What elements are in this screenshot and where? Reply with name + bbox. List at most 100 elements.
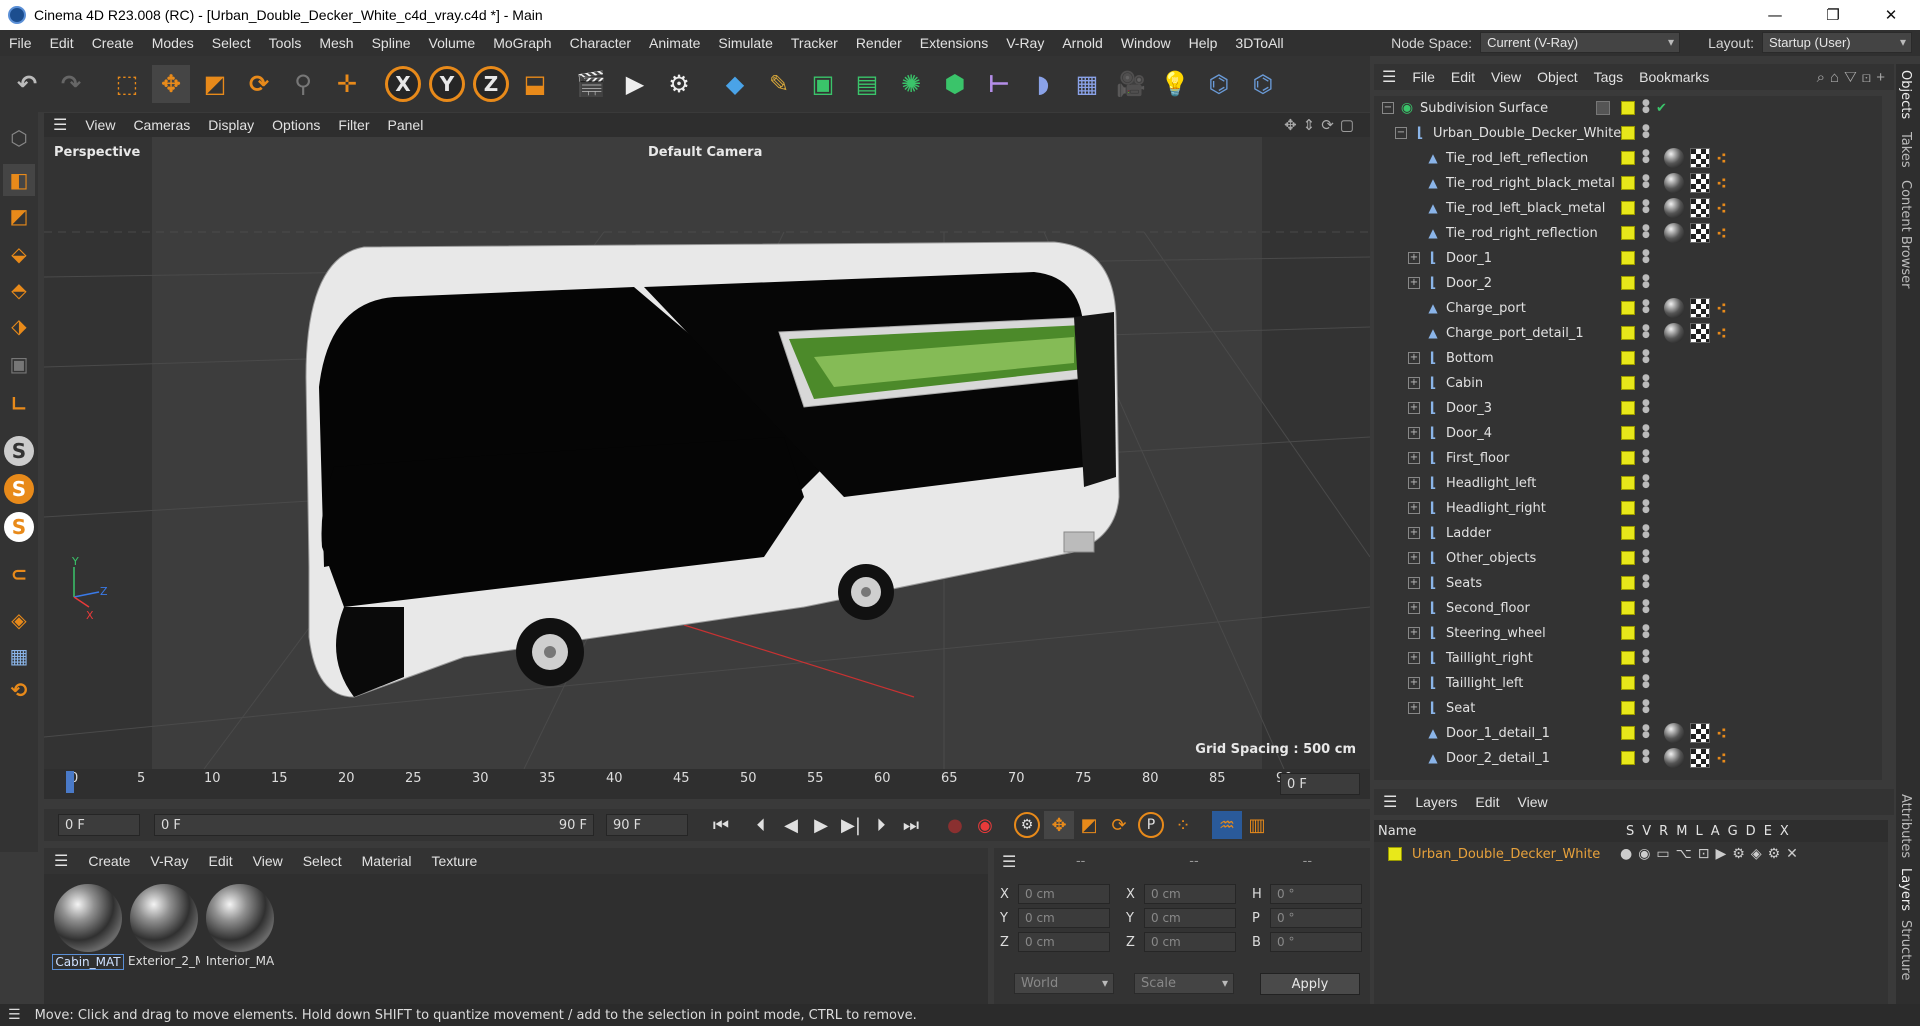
object-name[interactable]: Door_1 xyxy=(1446,251,1492,266)
object-row[interactable]: + ⌊ Bottom ● ● xyxy=(1374,346,1874,370)
visibility-dots-icon[interactable]: ● ● xyxy=(1642,699,1650,716)
mograph-cloner-icon[interactable]: ⬢ xyxy=(936,65,974,103)
visibility-dots-icon[interactable]: ● ● xyxy=(1642,749,1650,766)
object-name[interactable]: Tie_rod_left_black_metal xyxy=(1446,201,1605,216)
record-keys-icon[interactable]: ● xyxy=(940,811,970,839)
object-name[interactable]: Headlight_left xyxy=(1446,476,1536,491)
expand-icon[interactable]: + xyxy=(1408,402,1420,414)
expand-icon[interactable]: + xyxy=(1408,627,1420,639)
perspective-viewport[interactable]: Y Z X Perspective Default Camera Grid Sp… xyxy=(44,137,1370,769)
menu-file[interactable]: File xyxy=(0,35,41,51)
tab-attributes[interactable]: Attributes xyxy=(1898,794,1913,858)
viewport-camera-label[interactable]: Default Camera xyxy=(648,145,762,160)
rotation-b-field[interactable]: 0 ° xyxy=(1270,932,1362,952)
recent-tool-icon[interactable]: ⚲ xyxy=(284,65,322,103)
move-tool-icon[interactable]: ✥ xyxy=(152,65,190,103)
minimize-button[interactable]: — xyxy=(1746,0,1804,30)
autokey-icon[interactable]: ◉ xyxy=(970,811,1000,839)
visibility-dots-icon[interactable]: ● ● xyxy=(1642,199,1650,216)
frame-range-slider[interactable]: 0 F 90 F xyxy=(154,814,594,836)
object-name[interactable]: Tie_rod_right_black_metal xyxy=(1446,176,1615,191)
menu-mograph[interactable]: MoGraph xyxy=(484,35,560,51)
layer-slot[interactable] xyxy=(1596,101,1610,115)
layer-color-swatch[interactable] xyxy=(1621,301,1635,315)
timeline-ruler[interactable]: 051015202530354045505560657075808590 0 F xyxy=(44,769,1370,799)
expand-icon[interactable]: + xyxy=(1408,252,1420,264)
object-row[interactable]: ▲ Tie_rod_left_reflection ● ● ⁖ xyxy=(1374,146,1874,170)
object-row[interactable]: ▲ Tie_rod_right_black_metal ● ● ⁖ xyxy=(1374,171,1874,195)
layer-color-swatch[interactable] xyxy=(1388,847,1402,861)
material-item[interactable]: Exterior_2_M xyxy=(128,882,200,968)
undo-icon[interactable]: ↶ xyxy=(8,65,46,103)
uvw-tag-icon[interactable] xyxy=(1690,298,1710,318)
model-mode-icon[interactable]: ◧ xyxy=(3,164,35,196)
rotation-h-field[interactable]: 0 ° xyxy=(1270,884,1362,904)
material-menu-edit[interactable]: Edit xyxy=(199,853,243,869)
menu-mesh[interactable]: Mesh xyxy=(310,35,362,51)
visibility-dots-icon[interactable]: ● ● xyxy=(1642,574,1650,591)
collapse-icon[interactable]: − xyxy=(1395,127,1407,139)
material-tag-icon[interactable] xyxy=(1664,323,1684,343)
solo-hierarchy-icon[interactable]: S xyxy=(4,512,34,542)
menu-3dtoall[interactable]: 3DToAll xyxy=(1226,35,1292,51)
material-menu-view[interactable]: View xyxy=(243,853,293,869)
layer-color-swatch[interactable] xyxy=(1621,251,1635,265)
polygons-mode-icon[interactable]: ⬗ xyxy=(3,310,35,342)
menu-tracker[interactable]: Tracker xyxy=(782,35,847,51)
material-item[interactable]: Cabin_MAT xyxy=(52,882,124,970)
layer-color-swatch[interactable] xyxy=(1621,476,1635,490)
close-button[interactable]: ✕ xyxy=(1862,0,1920,30)
object-name[interactable]: Taillight_right xyxy=(1446,651,1533,666)
key-point-level-icon[interactable]: ⁘ xyxy=(1168,811,1198,839)
visibility-dots-icon[interactable]: ● ● xyxy=(1642,724,1650,741)
object-row[interactable]: − ⌊ Urban_Double_Decker_White ● ● xyxy=(1374,121,1874,145)
object-row[interactable]: + ⌊ Taillight_right ● ● xyxy=(1374,646,1874,670)
menu-animate[interactable]: Animate xyxy=(640,35,709,51)
object-row[interactable]: + ⌊ Door_4 ● ● xyxy=(1374,421,1874,445)
expand-icon[interactable]: + xyxy=(1408,527,1420,539)
object-name[interactable]: Steering_wheel xyxy=(1446,626,1546,641)
menu-vray[interactable]: V-Ray xyxy=(997,35,1053,51)
menu-simulate[interactable]: Simulate xyxy=(709,35,781,51)
subdivision-icon[interactable]: ▣ xyxy=(804,65,842,103)
material-tag-icon[interactable] xyxy=(1664,298,1684,318)
rotate-tool-icon[interactable]: ⟳ xyxy=(240,65,278,103)
object-name[interactable]: Tie_rod_left_reflection xyxy=(1446,151,1588,166)
redo-icon[interactable]: ↷ xyxy=(52,65,90,103)
visibility-dots-icon[interactable]: ● ● xyxy=(1642,449,1650,466)
viewport-nav-icons[interactable]: ✥⇕⟳▢ xyxy=(1284,116,1360,134)
menu-edit[interactable]: Edit xyxy=(41,35,83,51)
enabled-check-icon[interactable]: ✔ xyxy=(1656,101,1667,116)
uvw-tag-icon[interactable] xyxy=(1690,723,1710,743)
vray-tag-icon[interactable]: ⁖ xyxy=(1716,173,1736,193)
om-toolbar-icons[interactable]: ⌕⌂▽⊡+ xyxy=(1817,69,1890,86)
vray-tag-icon[interactable]: ⁖ xyxy=(1716,148,1736,168)
layer-color-swatch[interactable] xyxy=(1621,526,1635,540)
tab-structure[interactable]: Structure xyxy=(1898,920,1913,980)
uvw-tag-icon[interactable] xyxy=(1690,748,1710,768)
tab-layers[interactable]: Layers xyxy=(1898,868,1913,911)
coordinate-system-icon[interactable]: ⬓ xyxy=(516,65,554,103)
object-row[interactable]: + ⌊ Door_2 ● ● xyxy=(1374,271,1874,295)
next-key-icon[interactable]: ⏵ xyxy=(866,811,896,839)
visibility-dots-icon[interactable]: ● ● xyxy=(1642,324,1650,341)
snap-icon[interactable]: ⊂ xyxy=(3,558,35,590)
layers-menu-view[interactable]: View xyxy=(1509,794,1557,810)
object-row[interactable]: + ⌊ Door_1 ● ● xyxy=(1374,246,1874,270)
layer-color-swatch[interactable] xyxy=(1621,151,1635,165)
restore-button[interactable]: ❐ xyxy=(1804,0,1862,30)
object-name[interactable]: Door_3 xyxy=(1446,401,1492,416)
menu-arnold[interactable]: Arnold xyxy=(1053,35,1111,51)
visibility-dots-icon[interactable]: ● ● xyxy=(1642,624,1650,641)
key-position-icon[interactable]: ✥ xyxy=(1044,811,1074,839)
om-menu-file[interactable]: File xyxy=(1404,69,1443,85)
object-name[interactable]: Door_2_detail_1 xyxy=(1446,751,1550,766)
rotation-p-field[interactable]: 0 ° xyxy=(1270,908,1362,928)
object-row[interactable]: + ⌊ Seats ● ● xyxy=(1374,571,1874,595)
size-y-field[interactable]: 0 cm xyxy=(1144,908,1236,928)
go-to-start-icon[interactable]: ⏮ xyxy=(706,811,736,839)
viewport-menu-filter[interactable]: Filter xyxy=(329,117,378,133)
menu-modes[interactable]: Modes xyxy=(143,35,203,51)
pen-icon[interactable]: ✎ xyxy=(760,65,798,103)
material-tag-icon[interactable] xyxy=(1664,148,1684,168)
